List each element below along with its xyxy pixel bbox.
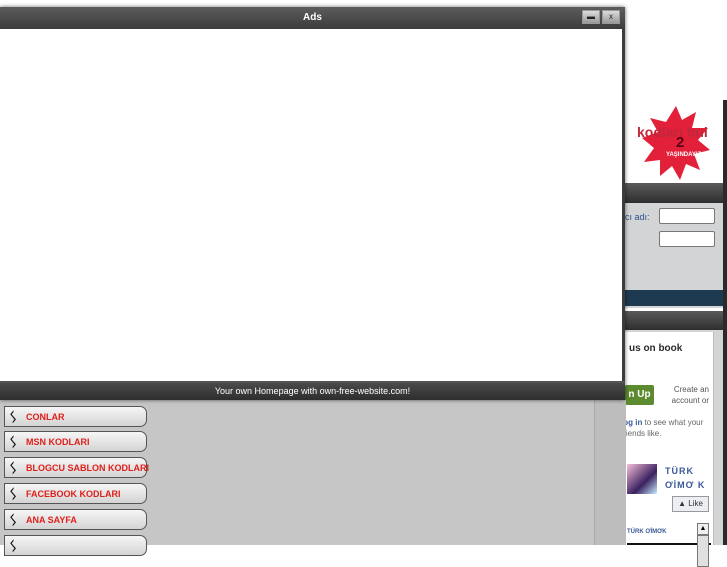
running-figure-icon: ᛊ bbox=[9, 409, 18, 425]
ads-content-area bbox=[0, 29, 625, 381]
login-panel: cı adı: bbox=[625, 183, 723, 308]
minimize-icon[interactable]: ▬ bbox=[582, 10, 600, 24]
like-button[interactable]: ▲ Like bbox=[672, 496, 709, 512]
ads-popup-title: Ads bbox=[303, 12, 322, 23]
page-avatar[interactable] bbox=[627, 464, 657, 494]
running-figure-icon: ᛊ bbox=[9, 486, 18, 502]
signup-button[interactable]: n Up bbox=[625, 385, 654, 405]
login-prompt: log in to see what your friends like. bbox=[621, 417, 711, 439]
page-background bbox=[625, 0, 727, 100]
create-account-text: Create an account or bbox=[671, 385, 709, 405]
menu-item-conlar[interactable]: ᛊ CONLAR bbox=[4, 406, 147, 427]
ads-footer-link[interactable]: Your own Homepage with own-free-website.… bbox=[215, 386, 410, 396]
logo-text: kodları bul bbox=[637, 124, 708, 140]
menu-item-label: MSN KODLARI bbox=[26, 437, 90, 447]
menu-item-label: ANA SAYFA bbox=[26, 515, 77, 525]
menu-item-ana-sayfa[interactable]: ᛊ ANA SAYFA bbox=[4, 509, 147, 530]
menu-item-msn-kodlari[interactable]: ᛊ MSN KODLARI bbox=[4, 431, 147, 452]
running-figure-icon: ᛊ bbox=[9, 512, 18, 528]
running-figure-icon: ᛊ bbox=[9, 538, 18, 554]
menu-item-label: FACEBOOK KODLARI bbox=[26, 489, 121, 499]
menu-item-facebook-kodlari[interactable]: ᛊ FACEBOOK KODLARI bbox=[4, 483, 147, 504]
menu-item-blogcu-sablon-kodlari[interactable]: ᛊ BLOGCU SABLON KODLARI bbox=[4, 457, 149, 478]
menu-item-label: CONLAR bbox=[26, 412, 65, 422]
facebook-box-title: us on book bbox=[629, 343, 683, 354]
username-label: cı adı: bbox=[625, 212, 650, 222]
feed-page-name[interactable]: TÜRK ƠİMƠK bbox=[627, 529, 667, 535]
running-figure-icon: ᛊ bbox=[9, 434, 18, 450]
logo-subtitle: YAŞINDAYIZ bbox=[666, 152, 702, 158]
thumbs-up-icon: ▲ bbox=[678, 499, 686, 508]
facebook-like-box: us on book n Up Create an account or log… bbox=[621, 332, 714, 567]
site-logo[interactable]: kodları bul 2 YAŞINDAYIZ bbox=[632, 104, 727, 182]
scroll-up-arrow-icon[interactable]: ▲ bbox=[697, 523, 709, 535]
login-panel-footer bbox=[625, 290, 723, 306]
ads-popup-window: Ads ▬ x Your own Homepage with own-free-… bbox=[0, 7, 625, 400]
menu-item-label: BLOGCU SABLON KODLARI bbox=[26, 463, 149, 473]
password-input[interactable] bbox=[659, 231, 715, 247]
username-input[interactable] bbox=[659, 208, 715, 224]
menu-item-partial[interactable]: ᛊ bbox=[4, 535, 147, 556]
ads-popup-titlebar[interactable]: Ads bbox=[0, 7, 625, 29]
side-column bbox=[594, 400, 626, 545]
page-name-link[interactable]: TÜRK ƠİMƠ K bbox=[665, 464, 711, 492]
logo-number: 2 bbox=[676, 134, 685, 151]
scrollbar-thumb[interactable] bbox=[697, 535, 709, 567]
login-panel-header bbox=[625, 183, 723, 203]
close-symbol: x bbox=[609, 12, 613, 21]
facebook-panel-header bbox=[625, 311, 723, 330]
facebook-panel: us on book n Up Create an account or log… bbox=[621, 311, 723, 567]
ads-popup-footer[interactable]: Your own Homepage with own-free-website.… bbox=[0, 383, 625, 400]
running-figure-icon: ᛊ bbox=[9, 460, 18, 476]
close-icon[interactable]: x bbox=[602, 10, 620, 24]
like-label: Like bbox=[688, 499, 703, 508]
